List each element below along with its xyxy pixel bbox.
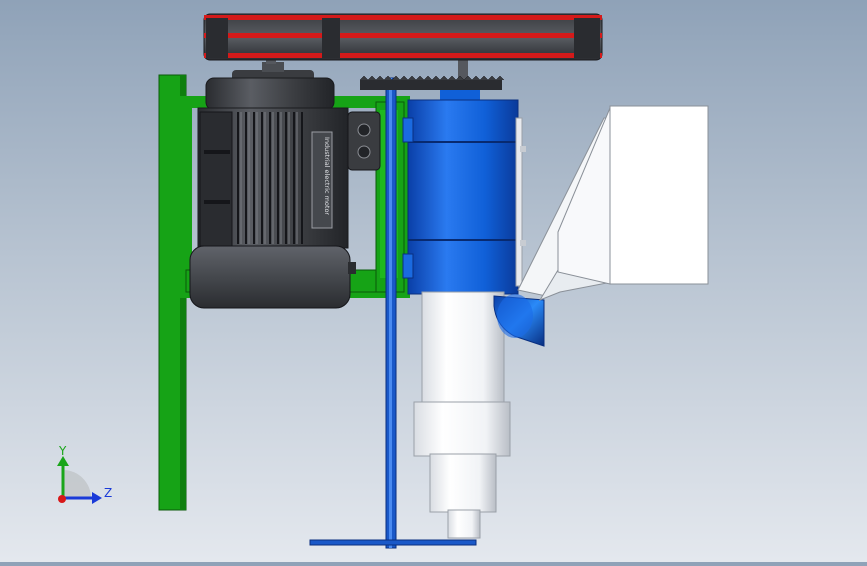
belt-drive[interactable] (203, 13, 603, 61)
cad-viewport[interactable]: Industrial electric motor Y Z (0, 0, 867, 562)
assembly-drawing: Industrial electric motor Y Z (57, 13, 709, 549)
gearbox-housing[interactable] (402, 99, 526, 295)
coordinate-triad: Y Z (57, 444, 112, 504)
feed-hopper[interactable] (517, 105, 709, 302)
drive-belt (204, 33, 602, 38)
agitator-shaft (385, 77, 397, 549)
nameplate-text: Industrial electric motor (323, 137, 331, 215)
drive-belt (204, 53, 602, 58)
agitator-paddle (309, 539, 477, 546)
origin-marker (58, 495, 66, 503)
terminal-box (347, 111, 381, 171)
pump-column[interactable] (413, 291, 511, 539)
drive-belt (204, 15, 602, 20)
z-axis-label: Z (104, 486, 112, 500)
y-axis-label: Y (58, 444, 67, 458)
